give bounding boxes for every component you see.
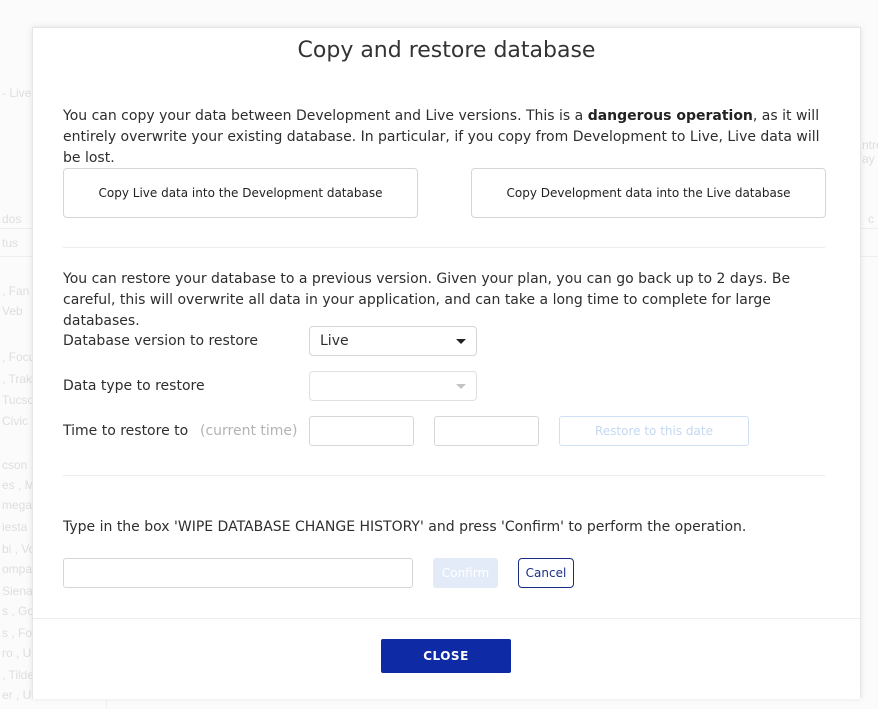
background-text: Tucso <box>2 393 35 407</box>
background-text: c <box>868 212 874 226</box>
copy-description-emphasis: dangerous operation <box>587 108 753 124</box>
wipe-instruction: Type in the box 'WIPE DATABASE CHANGE HI… <box>63 519 747 535</box>
background-text: s , Fo <box>2 626 33 640</box>
background-text: tus <box>2 236 19 250</box>
background-text: Civic <box>2 414 28 428</box>
close-button[interactable]: CLOSE <box>381 639 511 673</box>
restore-time-input[interactable] <box>434 416 539 446</box>
background-text: , Fan <box>2 284 30 298</box>
copy-restore-dialog: Copy and restore database You can copy y… <box>32 27 861 699</box>
background-text: cson , <box>2 458 35 472</box>
dialog-title: Copy and restore database <box>297 38 596 63</box>
data-type-label: Data type to restore <box>63 378 205 394</box>
dialog-footer: CLOSE <box>33 618 860 699</box>
background-text: dos <box>2 212 22 226</box>
background-text: iesta <box>2 520 28 534</box>
version-label: Database version to restore <box>63 333 258 349</box>
version-select-value: Live <box>320 333 349 349</box>
background-text: ompa <box>2 562 33 576</box>
confirm-button[interactable]: Confirm <box>433 558 498 588</box>
time-label: Time to restore to <box>63 423 189 439</box>
background-text: - Live <box>2 86 32 100</box>
copy-description: You can copy your data between Developme… <box>63 106 823 169</box>
background-text: ro , U <box>2 646 32 660</box>
restore-description: You can restore your database to a previ… <box>63 271 791 329</box>
restore-to-date-button[interactable]: Restore to this date <box>559 416 749 446</box>
background-text: , Focu <box>2 350 36 364</box>
current-time-hint: (current time) <box>200 423 298 439</box>
version-select[interactable]: Live <box>309 326 477 356</box>
chevron-down-icon <box>456 384 466 389</box>
section-divider <box>63 475 825 476</box>
background-text: ay <box>862 152 875 166</box>
section-divider <box>63 247 825 248</box>
background-text: Siena <box>2 584 33 598</box>
background-text: ntre <box>862 138 878 152</box>
background-text: Veb <box>2 304 23 318</box>
background-text: , Tilde <box>2 668 35 682</box>
data-type-select[interactable] <box>309 371 477 401</box>
copy-description-text: You can copy your data between Developme… <box>63 108 588 124</box>
restore-date-input[interactable] <box>309 416 414 446</box>
background-text: , Trak <box>2 372 33 386</box>
cancel-button[interactable]: Cancel <box>518 558 574 588</box>
chevron-down-icon <box>456 339 466 344</box>
copy-dev-to-live-button[interactable]: Copy Development data into the Live data… <box>471 168 826 218</box>
background-text: bi , Vo <box>2 542 36 556</box>
copy-live-to-dev-button[interactable]: Copy Live data into the Development data… <box>63 168 418 218</box>
wipe-confirmation-input[interactable] <box>63 558 413 588</box>
